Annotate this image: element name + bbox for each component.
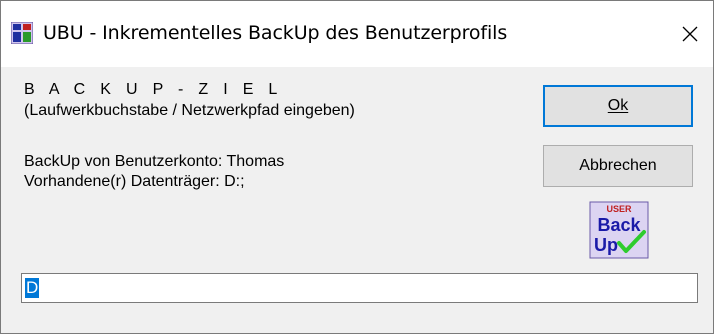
- window-title: UBU - Inkrementelles BackUp des Benutzer…: [43, 22, 508, 44]
- target-path-input[interactable]: D: [21, 273, 698, 303]
- ok-button-label: Ok: [607, 97, 629, 114]
- drives-info: Vorhandene(r) Datenträger: D:;: [24, 173, 245, 190]
- instruction-text: (Laufwerkbuchstabe / Netzwerkpfad eingeb…: [24, 102, 355, 119]
- target-path-value: D: [25, 278, 40, 298]
- close-button[interactable]: [667, 1, 713, 67]
- backup-target-heading: B A C K U P - Z I E L: [24, 81, 283, 98]
- logo-top-text: USER: [606, 204, 632, 214]
- logo-line2: Up: [594, 235, 618, 255]
- ok-button[interactable]: Ok: [543, 85, 693, 127]
- close-icon: [682, 26, 698, 42]
- user-backup-logo: USER Back Up: [589, 201, 649, 259]
- title-bar[interactable]: UBU - Inkrementelles BackUp des Benutzer…: [1, 1, 713, 68]
- userbackup-app-icon: [11, 22, 33, 44]
- account-info: BackUp von Benutzerkonto: Thomas: [24, 153, 285, 170]
- dialog-window: UBU - Inkrementelles BackUp des Benutzer…: [0, 0, 714, 334]
- logo-line1: Back: [597, 215, 641, 235]
- cancel-button[interactable]: Abbrechen: [543, 145, 693, 187]
- dialog-client-area: B A C K U P - Z I E L (Laufwerkbuchstabe…: [1, 67, 713, 333]
